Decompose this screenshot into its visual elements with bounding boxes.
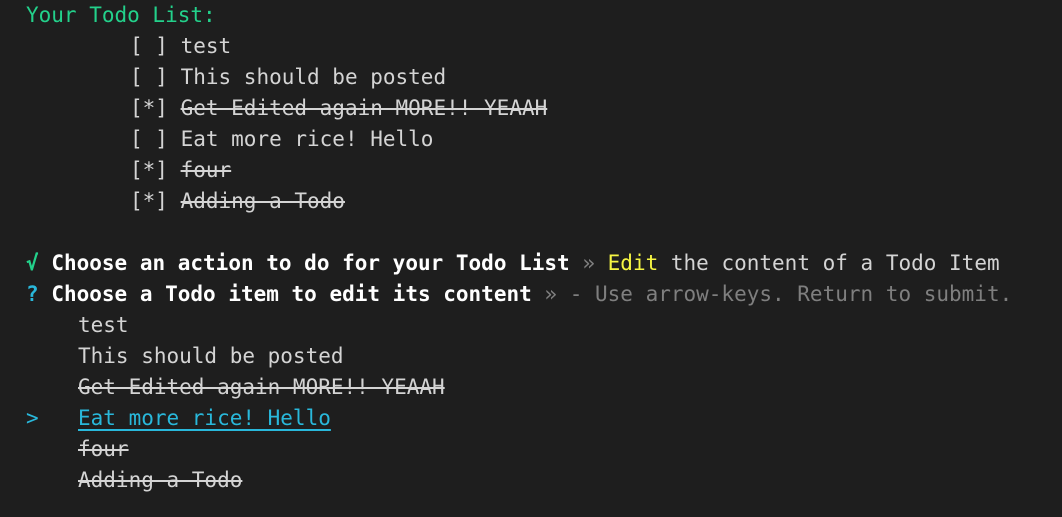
choice-option[interactable]: Get Edited again MORE!! YEAAH xyxy=(26,372,1056,403)
choice-text-completed: four xyxy=(78,437,129,461)
checkbox-checked: [*] xyxy=(130,158,168,182)
choice-option[interactable]: four xyxy=(26,434,1056,465)
prompt-separator: » xyxy=(582,251,595,275)
choice-text-completed: Adding a Todo xyxy=(78,468,243,492)
prompt-active: ? Choose a Todo item to edit its content… xyxy=(26,279,1056,310)
prompt-question: Choose an action to do for your Todo Lis… xyxy=(51,251,570,275)
choice-text-completed: Get Edited again MORE!! YEAAH xyxy=(78,375,445,399)
choice-option-selected[interactable]: > Eat more rice! Hello xyxy=(26,403,1056,434)
terminal-output: Your Todo List: [ ] test [ ] This should… xyxy=(26,0,1056,496)
todo-item: [*] Get Edited again MORE!! YEAAH xyxy=(26,93,1056,124)
pointer-icon: > xyxy=(26,406,39,430)
prompt-question: Choose a Todo item to edit its content xyxy=(51,282,532,306)
todo-text-completed: Adding a Todo xyxy=(180,189,345,213)
todo-list-title: Your Todo List: xyxy=(26,3,216,27)
checkbox-checked: [*] xyxy=(130,96,168,120)
choice-text: This should be posted xyxy=(78,344,344,368)
prompt-separator: » xyxy=(544,282,558,306)
todo-text: This should be posted xyxy=(180,65,447,89)
checkbox-unchecked: [ ] xyxy=(130,34,168,58)
choice-text: Eat more rice! Hello xyxy=(78,406,331,430)
todo-text-completed: four xyxy=(180,158,232,182)
todo-item: [*] four xyxy=(26,155,1056,186)
choice-text: test xyxy=(78,313,129,337)
checkbox-unchecked: [ ] xyxy=(130,65,168,89)
prompt-answer-rest: the content of a Todo Item xyxy=(670,251,1000,275)
prompt-answer-keyword: Edit xyxy=(607,251,659,275)
choice-option[interactable]: Adding a Todo xyxy=(26,465,1056,496)
choice-option[interactable]: This should be posted xyxy=(26,341,1056,372)
checkmark-icon: √ xyxy=(26,251,39,275)
todo-text: Eat more rice! Hello xyxy=(180,127,434,151)
todo-item: [ ] This should be posted xyxy=(26,62,1056,93)
checkbox-checked: [*] xyxy=(130,189,168,213)
todo-item: [*] Adding a Todo xyxy=(26,186,1056,217)
todo-item: [ ] Eat more rice! Hello xyxy=(26,124,1056,155)
prompt-answered: √ Choose an action to do for your Todo L… xyxy=(26,248,1056,279)
prompt-hint: - Use arrow-keys. Return to submit. xyxy=(569,282,1013,306)
todo-text-completed: Get Edited again MORE!! YEAAH xyxy=(180,96,548,120)
todo-item: [ ] test xyxy=(26,31,1056,62)
todo-text: test xyxy=(180,34,232,58)
choice-option[interactable]: test xyxy=(26,310,1056,341)
checkbox-unchecked: [ ] xyxy=(130,127,168,151)
question-mark-icon: ? xyxy=(26,282,39,306)
